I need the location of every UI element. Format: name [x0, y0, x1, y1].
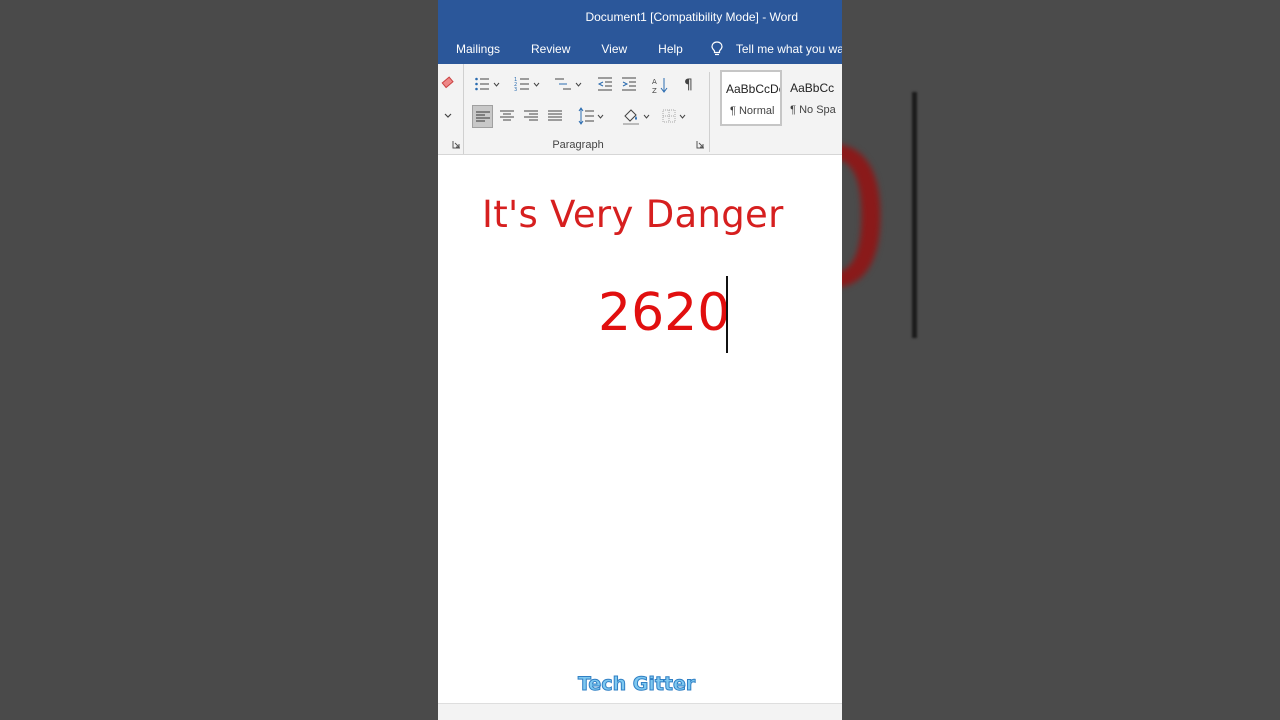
- tab-view[interactable]: View: [583, 42, 640, 56]
- chevron-down-icon: [493, 82, 500, 87]
- ribbon-tabs: Mailings Review View Help Tell me what y…: [438, 34, 842, 64]
- style-sample: AaBbCc: [790, 81, 835, 95]
- pilcrow-icon: ¶: [684, 77, 693, 92]
- bullets-button[interactable]: [474, 76, 500, 92]
- window-title: Document1 [Compatibility Mode] - Word: [585, 10, 798, 24]
- tab-help[interactable]: Help: [640, 42, 696, 56]
- chevron-down-icon: [575, 82, 582, 87]
- style-normal[interactable]: AaBbCcDc ¶ Normal: [720, 70, 783, 126]
- chevron-down-icon: [533, 82, 540, 87]
- tab-review[interactable]: Review: [513, 42, 583, 56]
- paint-bucket-icon: [623, 109, 639, 125]
- document-number: 2620: [598, 283, 731, 343]
- numbering-button[interactable]: 1 2 3: [514, 76, 540, 92]
- align-left-icon: [475, 111, 490, 121]
- group-separator: [709, 72, 710, 152]
- font-group-stub: [438, 64, 464, 154]
- svg-text:Z: Z: [652, 87, 657, 94]
- background-blur-panel: 0: [842, 0, 1280, 720]
- paragraph-dialog-launcher-icon[interactable]: [696, 140, 705, 149]
- bullet-list-icon: [475, 77, 489, 91]
- chevron-down-icon: [643, 114, 650, 119]
- borders-button[interactable]: [662, 109, 686, 123]
- increase-indent-icon: [622, 77, 636, 91]
- line-spacing-button[interactable]: [578, 107, 604, 125]
- justify-icon: [548, 110, 562, 121]
- document-heading: It's Very Danger: [482, 193, 784, 236]
- watermark-logo: Tech Gitter: [577, 673, 696, 696]
- blurred-zero: 0: [842, 120, 922, 320]
- tab-mailings[interactable]: Mailings: [438, 42, 513, 56]
- svg-text:¶: ¶: [684, 77, 693, 92]
- align-center-button[interactable]: [500, 109, 514, 123]
- style-name: ¶ No Spa: [790, 104, 836, 116]
- style-name: ¶ Normal: [730, 105, 775, 117]
- svg-text:A: A: [652, 78, 657, 86]
- align-right-button[interactable]: [524, 109, 538, 123]
- show-paragraph-marks-button[interactable]: ¶: [684, 76, 696, 92]
- svg-text:3: 3: [514, 87, 517, 92]
- decrease-indent-icon: [597, 77, 612, 91]
- style-no-spacing[interactable]: AaBbCc ¶ No Spa: [785, 70, 842, 126]
- word-window: Document1 [Compatibility Mode] - Word Ma…: [438, 0, 842, 720]
- tell-me-search[interactable]: Tell me what you want: [710, 41, 842, 57]
- chevron-down-icon: [597, 114, 604, 119]
- align-right-icon: [524, 110, 538, 121]
- decrease-indent-button[interactable]: [597, 76, 613, 92]
- chevron-down-icon: [679, 114, 686, 119]
- ribbon: 1 2 3 A Z ¶ AaBbCcDc ¶ Normal AaBbCc ¶ N…: [438, 64, 842, 155]
- dialog-launcher-icon[interactable]: [452, 140, 461, 149]
- align-left-button[interactable]: [472, 105, 493, 128]
- shading-button[interactable]: [622, 107, 650, 125]
- multilevel-list-icon: [555, 78, 571, 90]
- status-bar-strip: [438, 703, 842, 720]
- clear-formatting-icon[interactable]: [440, 76, 456, 90]
- chevron-down-icon[interactable]: [444, 113, 452, 119]
- justify-button[interactable]: [548, 109, 562, 123]
- lightbulb-icon: [711, 41, 723, 56]
- document-page[interactable]: It's Very Danger 2620 Tech Gitter: [438, 155, 842, 703]
- line-spacing-icon: [578, 107, 594, 125]
- styles-gallery: AaBbCcDc ¶ Normal AaBbCc ¶ No Spa: [720, 70, 842, 134]
- sort-az-icon: A Z: [652, 78, 668, 94]
- style-sample: AaBbCcDc: [726, 82, 783, 96]
- numbered-list-icon: 1 2 3: [514, 77, 529, 92]
- sort-button[interactable]: A Z: [652, 76, 668, 94]
- text-cursor: [726, 276, 728, 353]
- borders-icon: [662, 109, 676, 123]
- blurred-cursor: [912, 92, 917, 338]
- increase-indent-button[interactable]: [621, 76, 637, 92]
- tell-me-text: Tell me what you want: [735, 42, 842, 56]
- multilevel-list-button[interactable]: [554, 76, 582, 92]
- title-bar: Document1 [Compatibility Mode] - Word: [438, 0, 842, 34]
- align-center-icon: [500, 110, 514, 121]
